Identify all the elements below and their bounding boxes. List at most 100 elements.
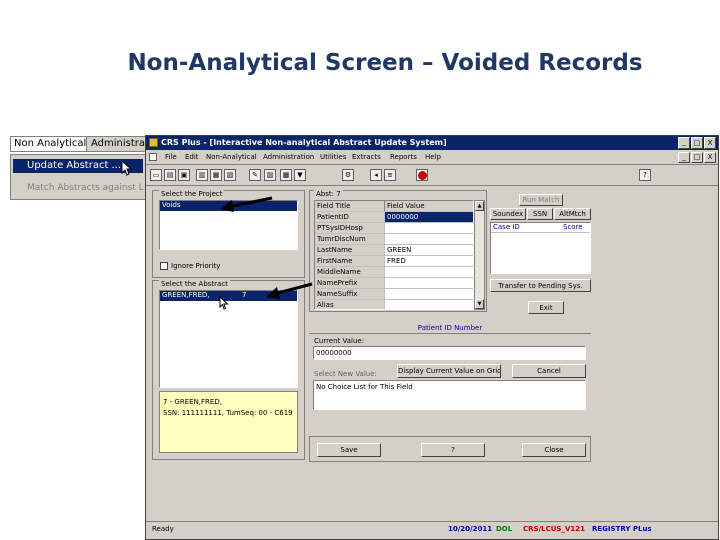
save-button[interactable]: Save [317, 443, 381, 457]
child-close-button[interactable]: X [704, 152, 716, 163]
title-bar: CRS Plus - [Interactive Non-analytical A… [146, 136, 718, 150]
abst-grid[interactable]: Field Title Field Value PatientID 0000000… [314, 200, 474, 310]
abst-grid-cell-value[interactable]: GREEN [385, 245, 473, 255]
abst-grid-col-title: Field Title [315, 201, 385, 211]
abst-grid-cell-value[interactable] [385, 223, 473, 233]
copy-icon[interactable]: ▦ [210, 169, 222, 181]
status-user: DOL [496, 525, 513, 533]
tab-ssn[interactable]: SSN [527, 208, 553, 220]
arrow-to-abstract [266, 282, 313, 299]
abst-grid-col-value: Field Value [387, 202, 425, 210]
tools-icon[interactable]: ⚙ [342, 169, 354, 181]
close-button[interactable]: Close [522, 443, 586, 457]
menu-non-analytical[interactable]: Non-Analytical [206, 153, 257, 162]
print-icon[interactable]: ▥ [196, 169, 208, 181]
abst-grid-cell-title: LastName [315, 245, 385, 255]
tab-soundex[interactable]: Soundex [490, 208, 526, 220]
minimize-button[interactable]: _ [678, 137, 690, 149]
abstract-info-box: 7 - GREEN,FRED, SSN: 111111111, TumSeq: … [159, 391, 298, 453]
cancel-button[interactable]: Cancel [512, 364, 586, 378]
help-icon[interactable]: ? [639, 169, 651, 181]
child-maximize-button[interactable]: □ [691, 152, 703, 163]
new-value-field[interactable]: No Choice List for This Field [313, 380, 586, 410]
bg-item-match-abstracts[interactable]: Match Abstracts against L [13, 181, 145, 195]
abst-grid-row[interactable]: LastName GREEN [315, 245, 473, 256]
exit-button[interactable]: Exit [528, 301, 564, 314]
abst-grid-cell-title: PTSysIDHosp [315, 223, 385, 233]
back-icon[interactable]: ◂ [370, 169, 382, 181]
abst-grid-row[interactable]: NameSuffix [315, 289, 473, 300]
abst-grid-cell-title: TumrDiscNum [315, 234, 385, 244]
current-value-label: Current Value: [314, 337, 365, 345]
run-match-button[interactable]: Run Match [519, 194, 563, 206]
menu-administration[interactable]: Administration [263, 153, 314, 162]
mouse-cursor-icon [121, 160, 133, 176]
bg-tab-administration[interactable]: Administrat [89, 137, 145, 151]
tab-altmtch[interactable]: AltMtch [554, 208, 591, 220]
scroll-up-button[interactable]: ▲ [475, 201, 484, 211]
abst-grid-cell-value[interactable] [385, 234, 473, 244]
abst-grid-row[interactable]: PTSysIDHosp [315, 223, 473, 234]
abst-grid-scrollbar[interactable]: ▲ ▼ [474, 200, 485, 310]
abst-grid-cell-title: NameSuffix [315, 289, 385, 299]
menu-edit[interactable]: Edit [185, 153, 199, 162]
abst-grid-row[interactable]: TumrDiscNum [315, 234, 473, 245]
list-icon[interactable]: ≡ [384, 169, 396, 181]
abst-label: Abst: 7 [314, 190, 343, 199]
bg-tab-non-analytical[interactable]: Non Analytical [11, 137, 87, 151]
abstract-item-name: GREEN,FRED, [162, 291, 210, 299]
status-version: CRS/LCUS_V121 [523, 525, 585, 533]
abst-grid-row[interactable]: Alias [315, 300, 473, 309]
mouse-cursor-icon [219, 296, 229, 310]
new-icon[interactable]: ▭ [150, 169, 162, 181]
match-results-list[interactable]: Case ID Score [490, 222, 591, 274]
arrow-to-project [220, 196, 273, 212]
paste-icon[interactable]: ▧ [224, 169, 236, 181]
menu-help[interactable]: Help [425, 153, 441, 162]
maximize-button[interactable]: □ [691, 137, 703, 149]
status-ready: Ready [152, 525, 174, 533]
abst-grid-header: Field Title Field Value [315, 201, 473, 212]
abstract-info-line1: 7 - GREEN,FRED, [163, 398, 222, 406]
abst-grid-row[interactable]: PatientID 0000000 [315, 212, 473, 223]
menu-extracts[interactable]: Extracts [352, 153, 381, 162]
display-current-value-button[interactable]: Display Current Value on Grid [397, 364, 501, 378]
filter-icon[interactable]: ▼ [294, 169, 306, 181]
abst-grid-cell-title: MiddleName [315, 267, 385, 277]
abst-grid-cell-value[interactable] [385, 300, 473, 309]
report-icon[interactable]: ▩ [280, 169, 292, 181]
open-folder-icon[interactable]: ▤ [164, 169, 176, 181]
menu-utilities[interactable]: Utilities [320, 153, 346, 162]
abst-grid-cell-value[interactable]: 0000000 [385, 212, 473, 222]
edit-icon[interactable]: ✎ [249, 169, 261, 181]
abst-grid-cell-title: Alias [315, 300, 385, 309]
abst-grid-cell-value[interactable]: FRED [385, 256, 473, 266]
slide-title: Non-Analytical Screen – Voided Records [127, 50, 643, 76]
ignore-priority-label: Ignore Priority [171, 262, 221, 270]
menu-reports[interactable]: Reports [390, 153, 417, 162]
abst-grid-cell-value[interactable] [385, 278, 473, 288]
ignore-priority-checkbox[interactable] [160, 262, 168, 270]
save-icon[interactable]: ▣ [178, 169, 190, 181]
scroll-down-button[interactable]: ▼ [475, 299, 484, 309]
abstract-label: Select the Abstract [159, 280, 230, 289]
abst-grid-row[interactable]: FirstName FRED [315, 256, 473, 267]
find-icon[interactable]: ▨ [264, 169, 276, 181]
abstract-item-number: 7 [242, 291, 247, 299]
project-label: Select the Project [159, 190, 225, 199]
help-button[interactable]: ? [421, 443, 485, 457]
current-value-field[interactable]: 00000000 [313, 346, 586, 360]
abstract-info-line2: SSN: 111111111, TumSeq: 00 - C619 [163, 409, 293, 417]
menu-file[interactable]: File [165, 153, 177, 162]
transfer-pending-button[interactable]: Transfer to Pending Sys. [490, 279, 591, 292]
child-minimize-button[interactable]: _ [678, 152, 690, 163]
abst-grid-cell-value[interactable] [385, 267, 473, 277]
stop-icon[interactable] [416, 169, 428, 181]
abst-grid-row[interactable]: MiddleName [315, 267, 473, 278]
status-registry: REGISTRY PLus [592, 525, 652, 533]
abst-grid-cell-value[interactable] [385, 289, 473, 299]
match-col-case-id: Case ID [493, 223, 520, 231]
abst-grid-row[interactable]: NamePrefix [315, 278, 473, 289]
match-col-score: Score [563, 223, 583, 231]
close-window-button[interactable]: X [704, 137, 716, 149]
